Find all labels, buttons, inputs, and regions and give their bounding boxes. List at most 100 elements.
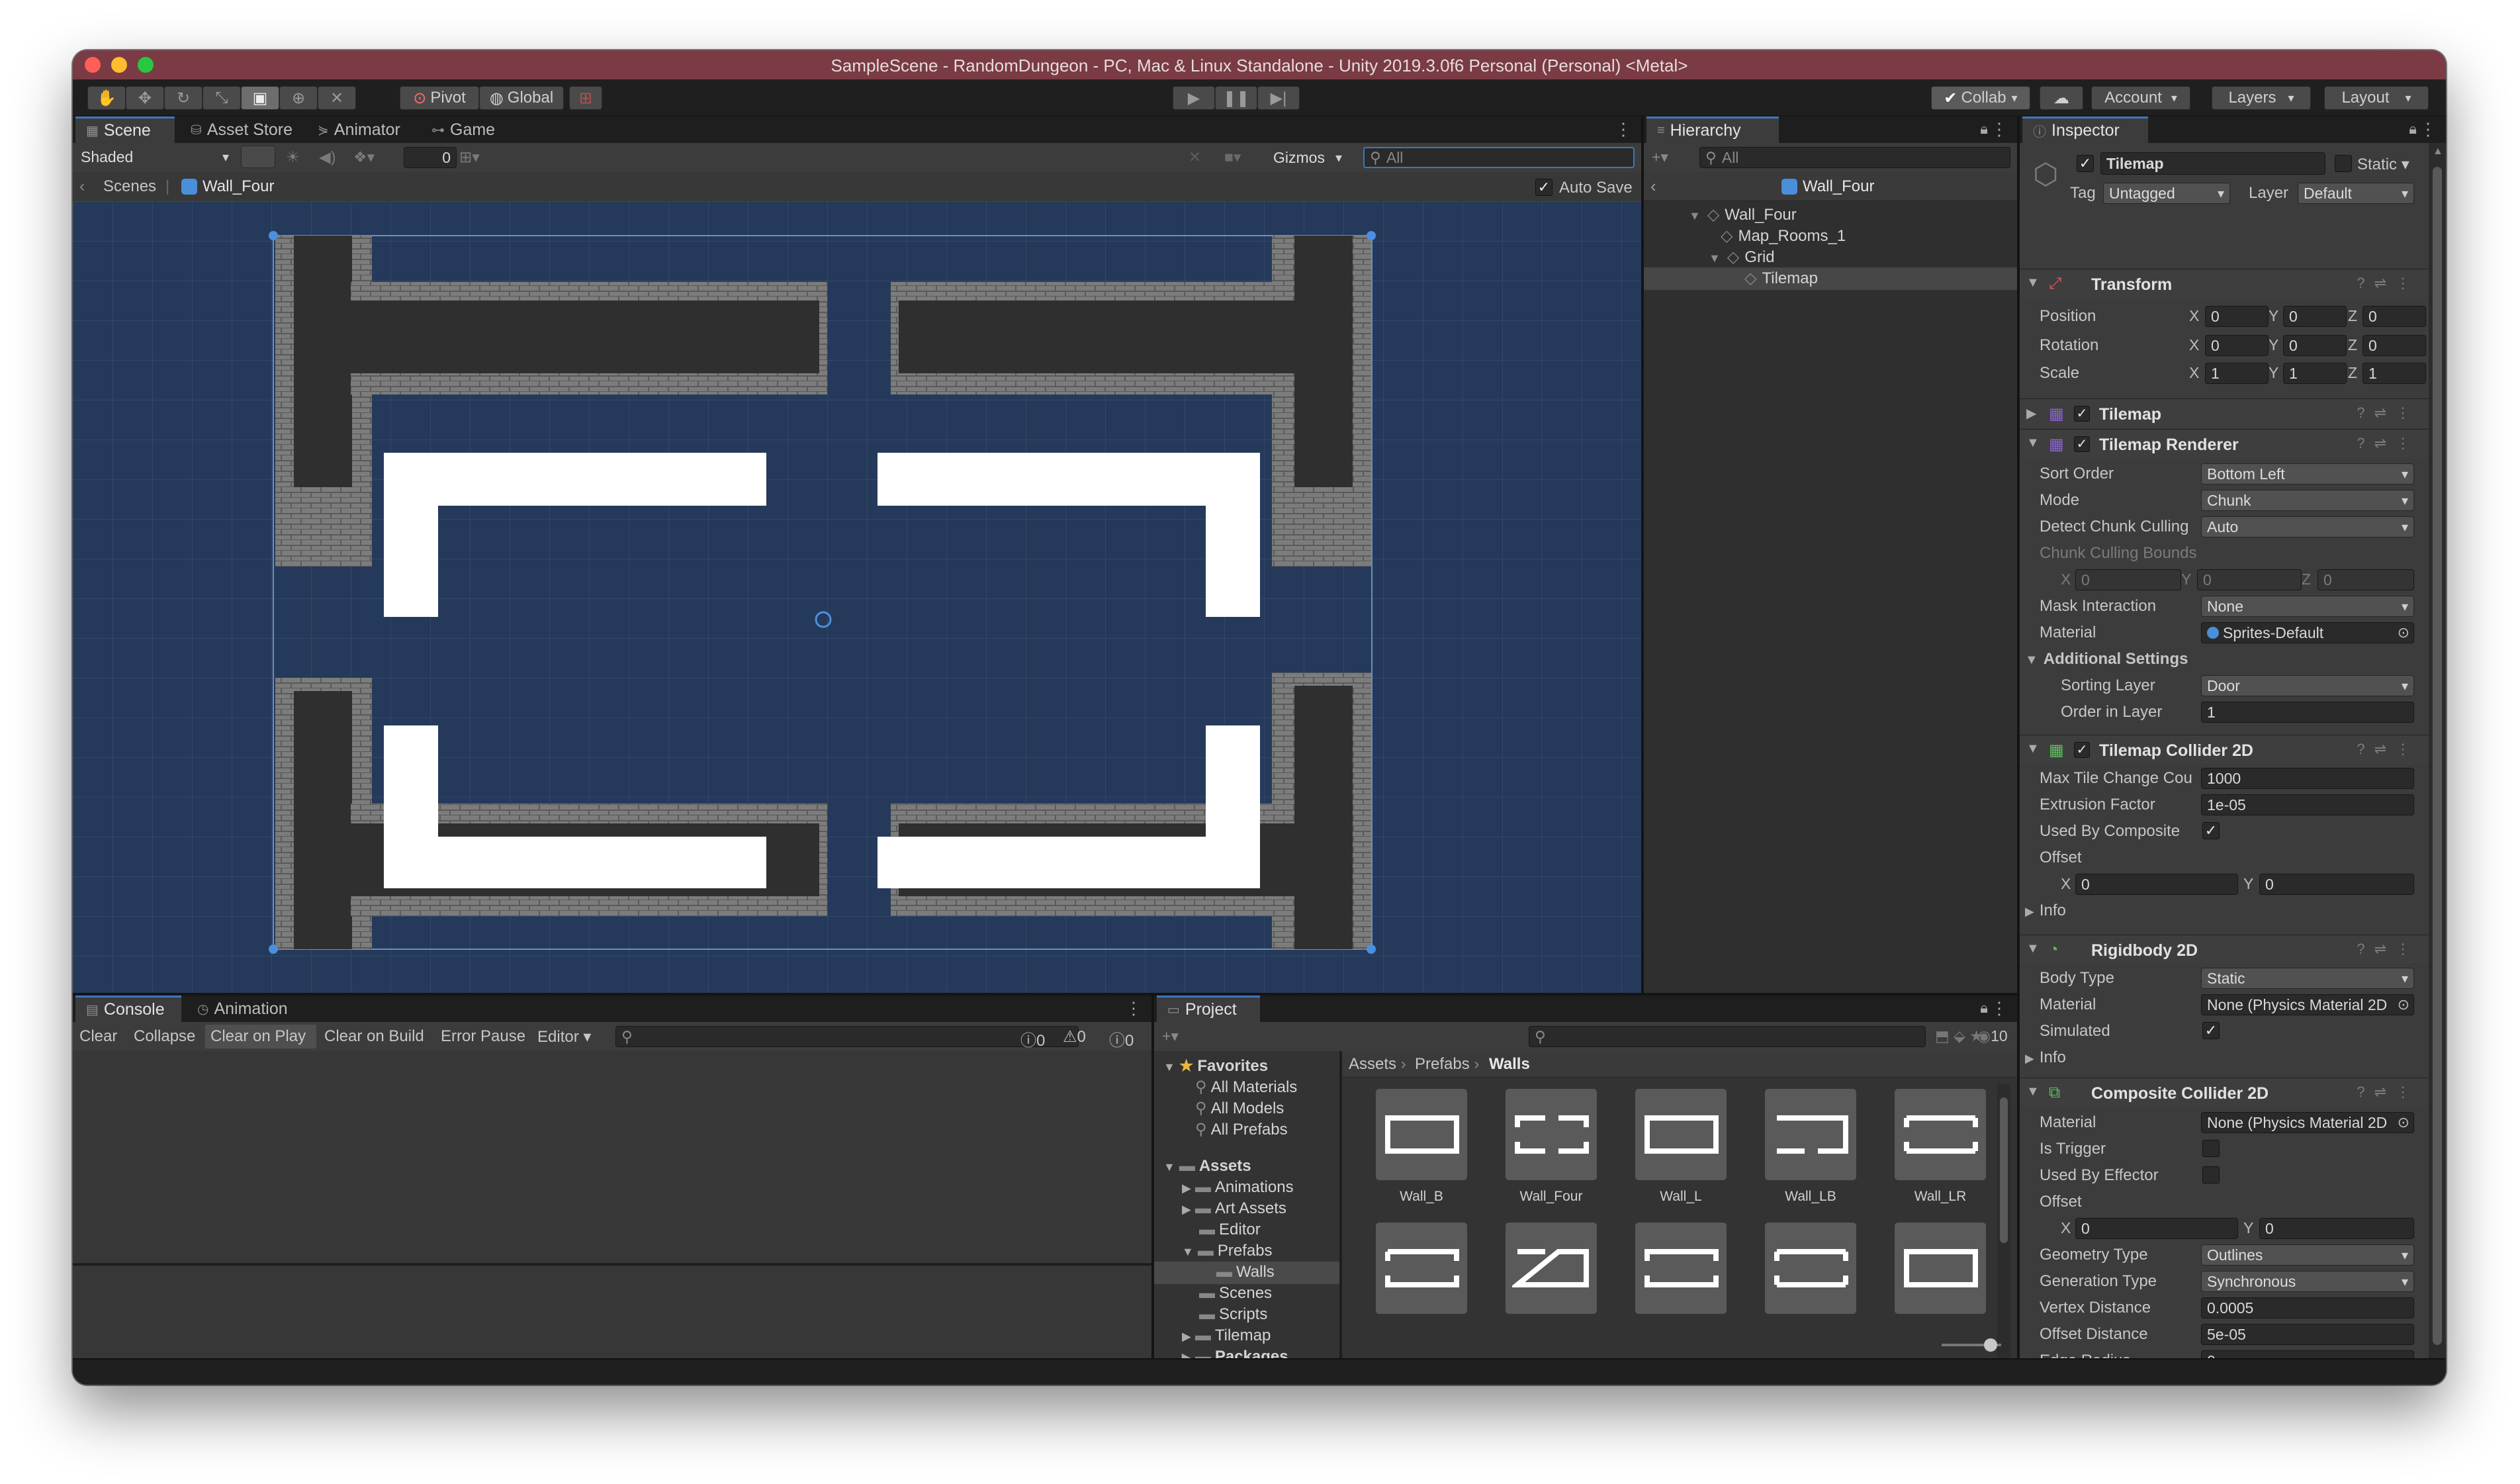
static-checkbox[interactable]: [2335, 155, 2352, 172]
offset-distance-field[interactable]: 5e-05: [2201, 1324, 2414, 1345]
info-count[interactable]: ⓘ0: [1020, 1027, 1045, 1050]
material-field[interactable]: Sprites-Default ⊙: [2201, 622, 2414, 643]
asset-item[interactable]: Wall_LR: [1885, 1088, 1991, 1221]
object-picker-icon[interactable]: ⊙: [2397, 996, 2409, 1013]
camera-icon[interactable]: ■▾: [1224, 148, 1241, 166]
position-z-field[interactable]: 0: [2362, 306, 2426, 327]
collapse-button[interactable]: Collapse: [134, 1027, 195, 1046]
breadcrumb-scenes[interactable]: Scenes: [103, 177, 156, 196]
extrusion-factor-field[interactable]: 1e-05: [2201, 794, 2414, 815]
order-in-layer-field[interactable]: 1: [2201, 702, 2414, 723]
mode-dropdown[interactable]: Chunk: [2201, 490, 2414, 511]
scale-z-field[interactable]: 1: [2362, 363, 2426, 384]
component-header-icons[interactable]: ?⇌⋮: [2357, 941, 2419, 958]
asset-item[interactable]: Wall_Four: [1496, 1088, 1601, 1221]
cc-offset-x-field[interactable]: 0: [2075, 1218, 2238, 1239]
hierarchy-item[interactable]: ◇ Map_Rooms_1: [1721, 226, 1846, 246]
layout-dropdown[interactable]: Layout ▾: [2324, 86, 2429, 110]
static-label[interactable]: Static ▾: [2357, 155, 2409, 174]
tilemap-collider-header[interactable]: ▼ ▦ ✓ Tilemap Collider 2D ?⇌⋮: [2020, 735, 2429, 764]
rect-tool-button[interactable]: ▣: [241, 86, 279, 110]
favorites-foldout[interactable]: ▼ ★ Favorites: [1163, 1056, 1268, 1076]
asset-scroll-thumb[interactable]: [2000, 1097, 2008, 1243]
object-picker-icon[interactable]: ⊙: [2398, 624, 2409, 641]
folder-item[interactable]: ▬ Scripts: [1199, 1305, 1267, 1324]
layers-dropdown[interactable]: Layers ▾: [2212, 86, 2311, 110]
audio-icon[interactable]: ◀): [319, 148, 336, 166]
layer-dropdown[interactable]: Default: [2298, 183, 2414, 204]
active-checkbox[interactable]: ✓: [2077, 155, 2094, 172]
additional-settings-foldout[interactable]: ▼ Additional Settings: [2025, 650, 2188, 669]
hierarchy-item[interactable]: ▼ ◇ Grid: [1709, 248, 1775, 267]
tools-icon[interactable]: ✕: [1189, 148, 1201, 166]
hand-tool-button[interactable]: ✋: [87, 86, 126, 110]
error-pause-button[interactable]: Error Pause: [441, 1027, 525, 1046]
asset-item[interactable]: Wall_L: [1625, 1088, 1731, 1221]
favorite-item[interactable]: ⚲ All Models: [1195, 1099, 1284, 1118]
project-search-input[interactable]: ⚲: [1529, 1026, 1926, 1047]
folder-item[interactable]: ▶ ▬ Animations: [1182, 1178, 1294, 1197]
simulated-checkbox[interactable]: ✓: [2202, 1022, 2220, 1039]
auto-save-checkbox[interactable]: ✓: [1535, 179, 1552, 196]
pause-button[interactable]: ❚❚: [1215, 86, 1257, 110]
create-icon[interactable]: +▾: [1162, 1027, 1179, 1045]
hierarchy-item[interactable]: ◇ Tilemap: [1744, 269, 1818, 288]
clear-on-build-button[interactable]: Clear on Build: [324, 1027, 424, 1046]
lock-icon[interactable]: 🔒︎: [2409, 120, 2417, 138]
component-header-icons[interactable]: ?⇌⋮: [2357, 1084, 2419, 1101]
effects-icon[interactable]: ❖▾: [353, 148, 375, 166]
transform-header[interactable]: ▼ ⤢ Transform ?⇌⋮: [2020, 269, 2429, 298]
shading-mode-dropdown[interactable]: Shaded: [75, 146, 234, 168]
asset-scrollbar[interactable]: [1997, 1084, 2010, 1362]
vertex-distance-field[interactable]: 0.0005: [2201, 1297, 2414, 1319]
transform-tool-button[interactable]: ⊕: [279, 86, 318, 110]
hierarchy-selected-row[interactable]: [1644, 267, 2017, 290]
lock-icon[interactable]: 🔒︎: [1980, 999, 1988, 1017]
scroll-up-icon[interactable]: ▲: [2433, 146, 2443, 158]
lock-icon[interactable]: 🔒︎: [1980, 120, 1988, 138]
tab-asset-store[interactable]: ⛁ Asset Store: [183, 116, 302, 143]
rigidbody-header[interactable]: ▼ ◔ Rigidbody 2D ?⇌⋮: [2020, 935, 2429, 964]
asset-item[interactable]: [1755, 1222, 1861, 1354]
console-search-input[interactable]: ⚲: [615, 1026, 1079, 1047]
hidden-packages-count[interactable]: ◉10: [1977, 1027, 2008, 1045]
folder-item[interactable]: ▶ ▬ Tilemap: [1182, 1326, 1271, 1345]
error-count[interactable]: ⓘ0: [1109, 1027, 1134, 1050]
scale-y-field[interactable]: 1: [2283, 363, 2347, 384]
tab-hierarchy[interactable]: ≡ Hierarchy: [1646, 116, 1779, 143]
account-dropdown[interactable]: Account ▾: [2091, 86, 2190, 110]
asset-item[interactable]: [1366, 1222, 1472, 1354]
play-button[interactable]: ▶: [1173, 86, 1215, 110]
favorite-item[interactable]: ⚲ All Prefabs: [1195, 1120, 1288, 1139]
scene-viewport[interactable]: [73, 201, 1641, 993]
used-by-effector-checkbox[interactable]: [2202, 1166, 2220, 1183]
move-tool-button[interactable]: ✥: [126, 86, 164, 110]
sorting-layer-dropdown[interactable]: Door: [2201, 675, 2414, 696]
component-header-icons[interactable]: ?⇌⋮: [2357, 275, 2419, 292]
breadcrumb-prefabs[interactable]: Prefabs ›: [1415, 1055, 1479, 1074]
2d-toggle[interactable]: [241, 146, 275, 168]
step-button[interactable]: ▶|: [1257, 86, 1300, 110]
composite-collider-header[interactable]: ▼ ⧉ Composite Collider 2D ?⇌⋮: [2020, 1078, 2429, 1107]
tab-game[interactable]: ⊶ Game: [424, 116, 503, 143]
tilemap-renderer-enabled-checkbox[interactable]: ✓: [2074, 436, 2090, 452]
tab-project[interactable]: ▭ Project: [1157, 996, 1260, 1022]
offset-y-field[interactable]: 0: [2259, 874, 2414, 895]
favorite-item[interactable]: ⚲ All Materials: [1195, 1078, 1297, 1097]
inspector-scrollbar[interactable]: ▲: [2429, 143, 2446, 1385]
detect-chunk-culling-dropdown[interactable]: Auto: [2201, 516, 2414, 537]
tilemap-collider-enabled-checkbox[interactable]: ✓: [2074, 742, 2090, 758]
folder-item[interactable]: ▬ Editor: [1199, 1221, 1261, 1239]
folder-item[interactable]: ▼ ▬ Prefabs: [1182, 1242, 1273, 1260]
rotation-y-field[interactable]: 0: [2283, 335, 2347, 356]
cc-material-field[interactable]: None (Physics Material 2D ⊙: [2201, 1112, 2414, 1133]
object-picker-icon[interactable]: ⊙: [2397, 1114, 2409, 1131]
inspector-scroll-thumb[interactable]: [2433, 167, 2442, 1345]
tilemap-enabled-checkbox[interactable]: ✓: [2074, 406, 2090, 422]
rb-info-foldout[interactable]: ▶ Info: [2025, 1048, 2066, 1067]
breadcrumb-walls[interactable]: Walls: [1489, 1055, 1530, 1074]
back-arrow-icon[interactable]: ‹: [79, 177, 85, 196]
scene-search-input[interactable]: ⚲ All: [1363, 147, 1635, 168]
filter-icons[interactable]: ⬒ ⬙ ★: [1935, 1027, 1983, 1045]
tab-inspector[interactable]: ⓘ Inspector: [2022, 116, 2148, 143]
